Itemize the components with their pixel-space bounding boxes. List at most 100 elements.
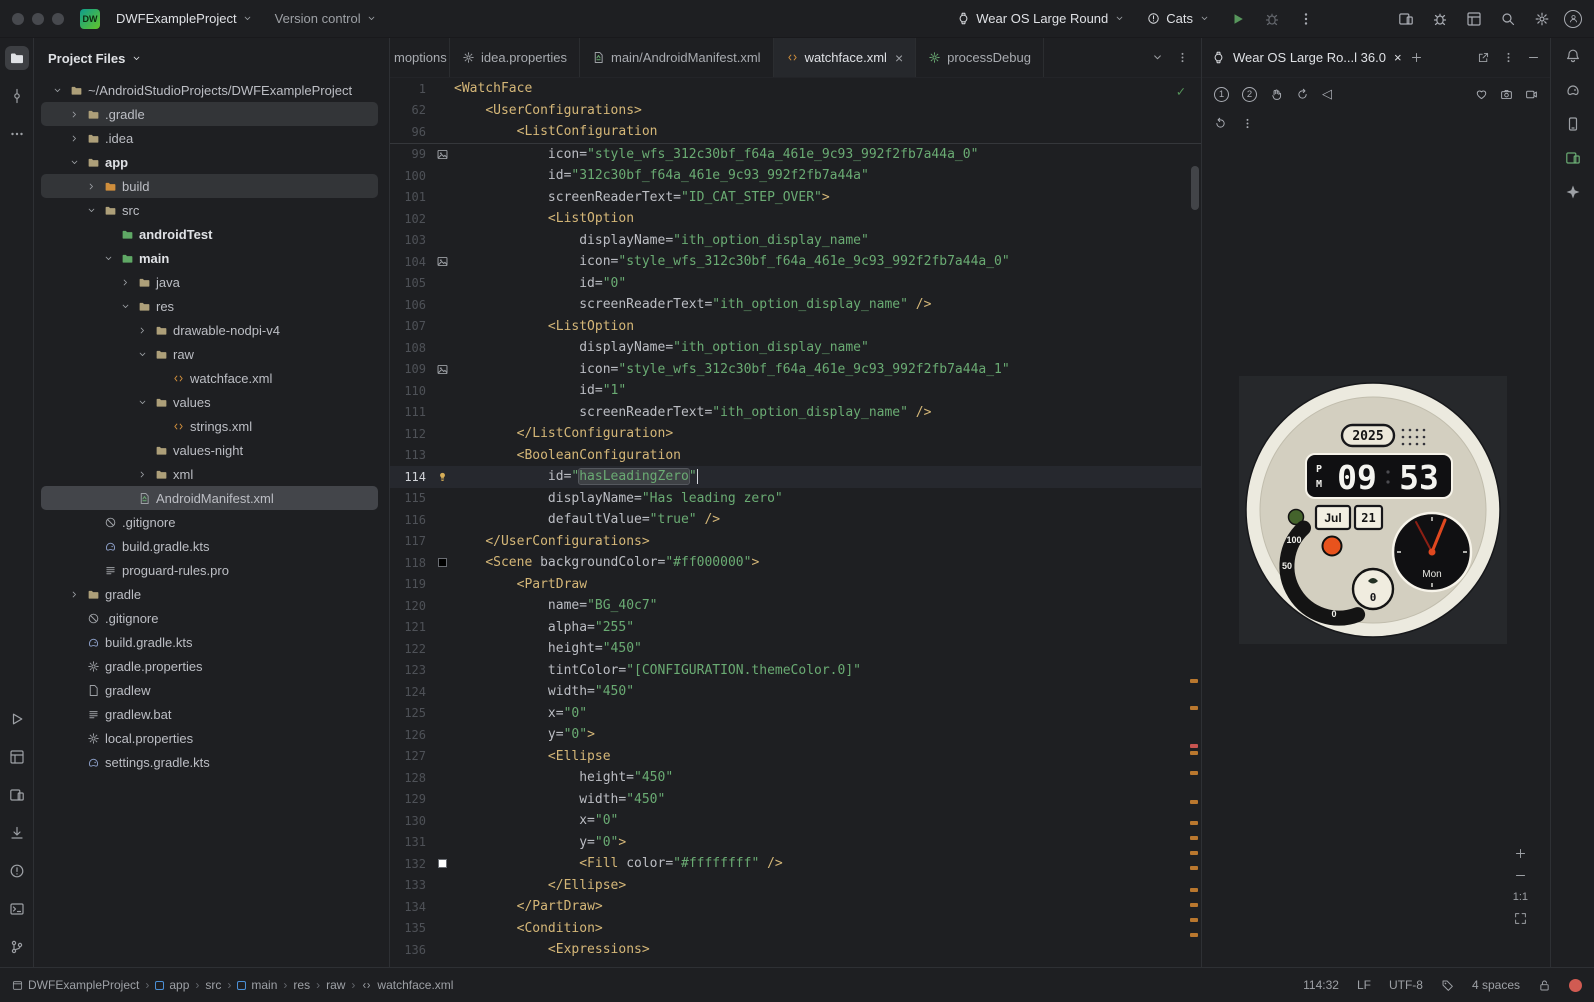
close-tab-icon[interactable]: × — [895, 50, 903, 66]
tree-item-xml[interactable]: xml — [41, 462, 378, 486]
zoom-in-button[interactable] — [1514, 847, 1527, 860]
run-button[interactable] — [1226, 7, 1250, 31]
breadcrumb-src[interactable]: src — [205, 978, 221, 992]
code-line-107[interactable]: 107 <ListOption — [390, 316, 1201, 338]
commit-tool-window-button[interactable] — [5, 84, 29, 108]
code-line-118[interactable]: 118 <Scene backgroundColor="#ff000000"> — [390, 552, 1201, 574]
device-mirroring-icon[interactable] — [1394, 7, 1418, 31]
hide-panel-icon[interactable] — [1527, 51, 1540, 64]
tree-item-build[interactable]: build — [41, 174, 378, 198]
tag-icon[interactable] — [1441, 979, 1454, 992]
breadcrumb-app[interactable]: app — [155, 978, 189, 992]
error-stripe[interactable] — [1187, 78, 1201, 967]
device-explorer-button[interactable] — [1565, 116, 1581, 132]
code-line-123[interactable]: 123 tintColor="[CONFIGURATION.themeColor… — [390, 660, 1201, 682]
drawable-preview-icon[interactable] — [436, 148, 449, 161]
tree-item-androidtest[interactable]: androidTest — [41, 222, 378, 246]
chevron-down-icon[interactable] — [100, 253, 116, 264]
tree-item-watchface-xml[interactable]: watchface.xml — [41, 366, 378, 390]
tree-item-proguard-rules-pro[interactable]: proguard-rules.pro — [41, 558, 378, 582]
profiler-icon[interactable] — [1428, 7, 1452, 31]
caret-position[interactable]: 114:32 — [1303, 978, 1339, 992]
zoom-fit-button[interactable] — [1514, 912, 1527, 925]
layout-inspector-icon[interactable] — [1462, 7, 1486, 31]
build-tool-window-button[interactable] — [5, 745, 29, 769]
open-in-window-icon[interactable] — [1477, 51, 1490, 64]
code-line-129[interactable]: 129 width="450" — [390, 789, 1201, 811]
code-line-124[interactable]: 124 width="450" — [390, 681, 1201, 703]
macos-window-controls[interactable] — [12, 12, 64, 25]
chevron-down-icon[interactable] — [49, 85, 65, 96]
chevron-down-icon[interactable] — [134, 349, 150, 360]
chevron-down-icon[interactable] — [66, 157, 82, 168]
code-line-117[interactable]: 117 </UserConfigurations> — [390, 531, 1201, 553]
project-panel-header[interactable]: Project Files — [34, 38, 389, 78]
more-actions-button[interactable] — [1294, 7, 1318, 31]
code-line-132[interactable]: 132 <Fill color="#ffffffff" /> — [390, 853, 1201, 875]
hidden-tabs-icon[interactable] — [1151, 51, 1164, 64]
tree-item-app[interactable]: app — [41, 150, 378, 174]
breadcrumb-watchface-xml[interactable]: watchface.xml — [361, 978, 453, 992]
reset-view-icon[interactable] — [1214, 117, 1227, 130]
screen-record-icon[interactable] — [1525, 88, 1538, 101]
breadcrumb-dwfexampleproject[interactable]: DWFExampleProject — [12, 978, 139, 992]
chevron-down-icon[interactable] — [117, 301, 133, 312]
add-device-tab-button[interactable] — [1410, 51, 1423, 64]
tree-item-values[interactable]: values — [41, 390, 378, 414]
device-selector[interactable]: Wear OS Large Round — [951, 8, 1131, 29]
tree-item-gitignore[interactable]: .gitignore — [41, 606, 378, 630]
device-more-options-icon[interactable] — [1241, 117, 1254, 130]
tree-item-gradle[interactable]: gradle — [41, 582, 378, 606]
version-control-tool-window-button[interactable] — [5, 935, 29, 959]
code-line-105[interactable]: 105 id="0" — [390, 273, 1201, 295]
editor-scrollbar-thumb[interactable] — [1191, 166, 1199, 210]
chevron-right-icon[interactable] — [117, 277, 133, 288]
stripe-mark[interactable] — [1190, 771, 1198, 775]
error-indicator[interactable] — [1569, 978, 1582, 992]
indent-setting[interactable]: 4 spaces — [1472, 978, 1520, 992]
code-line-111[interactable]: 111 screenReaderText="ith_option_display… — [390, 402, 1201, 424]
more-tool-windows-button[interactable] — [5, 122, 29, 146]
breadcrumb-res[interactable]: res — [293, 978, 310, 992]
problems-tool-window-button[interactable] — [5, 859, 29, 883]
close-window-icon[interactable] — [12, 12, 24, 25]
screenshot-icon[interactable] — [1500, 88, 1513, 101]
tilt-icon[interactable] — [1296, 88, 1309, 101]
stripe-mark[interactable] — [1190, 918, 1198, 922]
tree-item-gradle[interactable]: .gradle — [41, 102, 378, 126]
device-button-1[interactable]: 1 — [1214, 86, 1229, 102]
zoom-out-button[interactable] — [1514, 869, 1527, 882]
code-line-122[interactable]: 122 height="450" — [390, 638, 1201, 660]
tree-item-drawable-nodpi-v4[interactable]: drawable-nodpi-v4 — [41, 318, 378, 342]
code-line-131[interactable]: 131 y="0"> — [390, 832, 1201, 854]
code-line-136[interactable]: 136 <Expressions> — [390, 939, 1201, 961]
chevron-right-icon[interactable] — [66, 133, 82, 144]
drawable-preview-icon[interactable] — [436, 363, 449, 376]
device-tab-label[interactable]: Wear OS Large Ro...l 36.0 — [1233, 50, 1386, 65]
tree-item-gradle-properties[interactable]: gradle.properties — [41, 654, 378, 678]
tree-item-java[interactable]: java — [41, 270, 378, 294]
tree-item-strings-xml[interactable]: strings.xml — [41, 414, 378, 438]
intention-bulb-icon[interactable] — [436, 470, 449, 483]
back-icon[interactable]: ◁ — [1322, 86, 1332, 102]
color-swatch-white[interactable] — [437, 859, 447, 869]
watch-face-preview[interactable]: 2025 P M 09 53 Jul 21 Mon 100 50 0 0 — [1239, 376, 1507, 644]
code-line-102[interactable]: 102 <ListOption — [390, 208, 1201, 230]
code-line-109[interactable]: 109 icon="style_wfs_312c30bf_f64a_461e_9… — [390, 359, 1201, 381]
tree-item-gradlew-bat[interactable]: gradlew.bat — [41, 702, 378, 726]
chevron-down-icon[interactable] — [83, 205, 99, 216]
tab-watchface-xml[interactable]: watchface.xml × — [773, 38, 917, 77]
tab-moptions[interactable]: moptions — [390, 38, 450, 77]
stripe-mark[interactable] — [1190, 836, 1198, 840]
stripe-mark[interactable] — [1190, 851, 1198, 855]
tree-item-local-properties[interactable]: local.properties — [41, 726, 378, 750]
tree-item-raw[interactable]: raw — [41, 342, 378, 366]
inspections-ok-icon[interactable]: ✓ — [1177, 84, 1185, 100]
code-line-120[interactable]: 120 name="BG_40c7" — [390, 595, 1201, 617]
editor[interactable]: ✓ 1 <WatchFace 62 <UserConfigurations> 96 <… — [390, 78, 1201, 967]
breadcrumb-main[interactable]: main — [237, 978, 277, 992]
tree-item-res[interactable]: res — [41, 294, 378, 318]
code-line-113[interactable]: 113 <BooleanConfiguration — [390, 445, 1201, 467]
tree-item-values-night[interactable]: values-night — [41, 438, 378, 462]
code-line-119[interactable]: 119 <PartDraw — [390, 574, 1201, 596]
